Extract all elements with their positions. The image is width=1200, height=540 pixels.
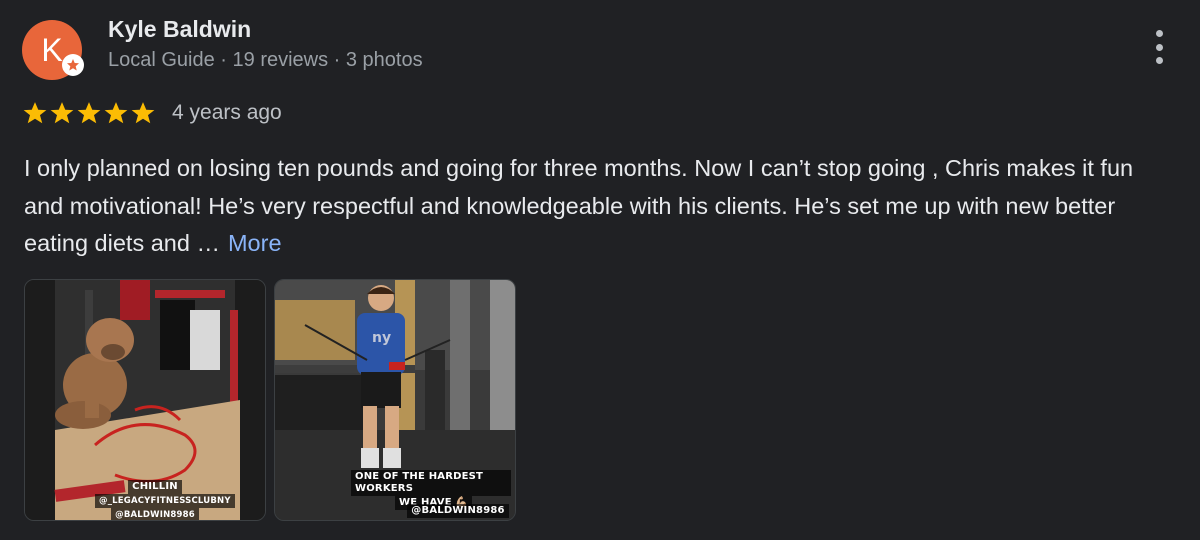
caption-line: @_LEGACYFITNESSCLUBNY bbox=[95, 494, 235, 508]
photo-caption: CHILLIN @_LEGACYFITNESSCLUBNY @BALDWIN89… bbox=[95, 480, 235, 520]
review-time: 4 years ago bbox=[172, 101, 282, 124]
caption-line: ONE OF THE HARDEST WORKERS bbox=[351, 470, 511, 496]
local-guide-badge-icon bbox=[62, 54, 84, 76]
avatar-letter: K bbox=[41, 31, 63, 68]
star-icon bbox=[77, 102, 101, 124]
svg-text:ny: ny bbox=[372, 330, 391, 346]
star-icon bbox=[50, 102, 74, 124]
reviewer-meta: Local Guide · 19 reviews · 3 photos bbox=[108, 49, 423, 71]
review-body: I only planned on losing ten pounds and … bbox=[24, 155, 1134, 256]
more-button[interactable]: More bbox=[228, 230, 282, 256]
more-vert-icon[interactable] bbox=[1146, 30, 1172, 64]
photo-tag: @BALDWIN8986 bbox=[403, 504, 513, 518]
star-icon bbox=[131, 102, 155, 124]
rating-row: 4 years ago bbox=[22, 98, 282, 128]
star-icon bbox=[23, 102, 47, 124]
tag-text: @BALDWIN8986 bbox=[407, 504, 509, 518]
review-photo-dog[interactable]: CHILLIN @_LEGACYFITNESSCLUBNY @BALDWIN89… bbox=[24, 279, 266, 521]
review-photo-workout[interactable]: ny ONE OF THE HARDEST WORKERS WE HAVE 💪🏼… bbox=[274, 279, 516, 521]
review-text: I only planned on losing ten pounds and … bbox=[24, 150, 1174, 263]
caption-line: CHILLIN bbox=[128, 480, 182, 494]
reviewer-name[interactable]: Kyle Baldwin bbox=[108, 16, 251, 43]
star-icon bbox=[104, 102, 128, 124]
caption-line: @BALDWIN8986 bbox=[111, 508, 199, 520]
star-rating bbox=[22, 100, 156, 126]
